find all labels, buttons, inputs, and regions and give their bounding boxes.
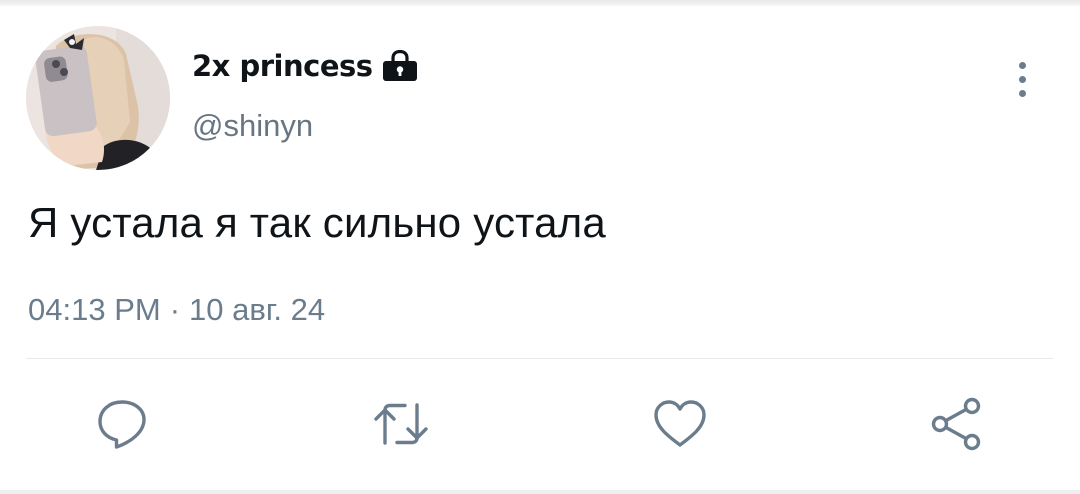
retweet-button[interactable] bbox=[371, 394, 431, 454]
tweet-time: 04:13 PM bbox=[28, 292, 161, 327]
tweet-text: Я устала я так сильно устала bbox=[28, 199, 606, 246]
author-name-row[interactable]: 2x princess bbox=[192, 46, 419, 86]
timestamp[interactable]: 04:13 PM · 10 авг. 24 bbox=[28, 292, 325, 328]
bottom-divider bbox=[0, 490, 1080, 494]
reply-icon bbox=[98, 400, 146, 449]
avatar[interactable] bbox=[26, 26, 170, 170]
avatar-photo bbox=[26, 26, 170, 170]
more-options-icon-dot bbox=[1018, 75, 1026, 83]
reply-button[interactable] bbox=[92, 394, 152, 454]
share-icon bbox=[931, 397, 981, 451]
more-options-icon-dot bbox=[1018, 89, 1026, 97]
like-button[interactable] bbox=[650, 394, 710, 454]
display-name[interactable]: 2x princess bbox=[192, 49, 373, 83]
actions-divider bbox=[26, 358, 1053, 359]
retweet-icon bbox=[374, 403, 428, 445]
tweet-card: 2x princess @shinyn Я устала я так сильн… bbox=[0, 6, 1080, 490]
tweet-date: 10 авг. 24 bbox=[189, 292, 326, 327]
share-button[interactable] bbox=[926, 394, 986, 454]
author-handle[interactable]: @shinyn bbox=[192, 108, 313, 144]
more-options-button[interactable] bbox=[1004, 56, 1040, 102]
more-options-icon bbox=[1018, 61, 1026, 69]
lock-icon bbox=[382, 50, 417, 81]
tweet-actions-bar bbox=[0, 386, 1080, 466]
timestamp-separator: · bbox=[169, 292, 181, 327]
like-icon bbox=[654, 400, 706, 447]
